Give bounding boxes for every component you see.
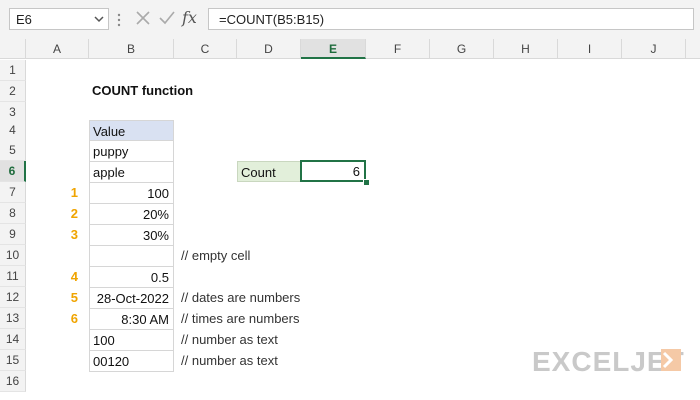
value-cell[interactable]: apple: [89, 162, 174, 183]
column-header-d[interactable]: D: [237, 39, 301, 59]
value-header[interactable]: Value: [89, 120, 174, 141]
value-cell[interactable]: 100: [89, 330, 174, 351]
column-header-i[interactable]: I: [558, 39, 622, 59]
row-header-14[interactable]: 14: [0, 329, 26, 350]
row-header-8[interactable]: 8: [0, 203, 26, 224]
row-header-15[interactable]: 15: [0, 350, 26, 371]
row-header-2[interactable]: 2: [0, 81, 26, 102]
count-result-cell[interactable]: 6: [300, 160, 366, 182]
column-header-c[interactable]: C: [174, 39, 237, 59]
formula-bar: E6 fx =COUNT(B5:B15): [0, 0, 700, 40]
name-box-value: E6: [16, 12, 32, 27]
column-header-a[interactable]: A: [26, 39, 89, 59]
row-header-9[interactable]: 9: [0, 224, 26, 245]
column-header-b[interactable]: B: [89, 39, 174, 59]
column-header-f[interactable]: F: [366, 39, 430, 59]
logo-mark-icon: [661, 349, 681, 371]
value-cell[interactable]: 20%: [89, 204, 174, 225]
counter-label[interactable]: 3: [26, 224, 78, 245]
value-cell-empty[interactable]: [89, 246, 174, 267]
select-all-corner[interactable]: [0, 39, 26, 59]
column-header-g[interactable]: G: [430, 39, 494, 59]
row-header-4[interactable]: 4: [0, 120, 26, 141]
comment-cell[interactable]: // times are numbers: [181, 308, 300, 329]
column-header-j[interactable]: J: [622, 39, 686, 59]
check-icon[interactable]: [158, 10, 176, 26]
row-header-12[interactable]: 12: [0, 287, 26, 308]
row-header-10[interactable]: 10: [0, 245, 26, 266]
value-cell[interactable]: 8:30 AM: [89, 309, 174, 330]
formula-text: =COUNT(B5:B15): [219, 12, 325, 27]
value-cell[interactable]: 30%: [89, 225, 174, 246]
value-cell[interactable]: 28-Oct-2022: [89, 288, 174, 309]
column-header-k[interactable]: [686, 39, 700, 59]
row-header-5[interactable]: 5: [0, 140, 26, 161]
comment-cell[interactable]: // number as text: [181, 329, 278, 350]
comment-cell[interactable]: // dates are numbers: [181, 287, 300, 308]
row-header-1[interactable]: 1: [0, 60, 26, 81]
insert-function-icon[interactable]: fx: [182, 8, 197, 27]
comment-cell[interactable]: // empty cell: [181, 245, 250, 266]
counter-label[interactable]: 4: [26, 266, 78, 287]
counter-label[interactable]: 2: [26, 203, 78, 224]
column-header-h[interactable]: H: [494, 39, 558, 59]
value-cell[interactable]: 0.5: [89, 267, 174, 288]
name-box[interactable]: E6: [9, 8, 109, 30]
value-cell[interactable]: 00120: [89, 351, 174, 372]
counter-label[interactable]: 1: [26, 182, 78, 203]
cancel-icon[interactable]: [135, 10, 151, 26]
counter-label[interactable]: 6: [26, 308, 78, 329]
row-header-13[interactable]: 13: [0, 308, 26, 329]
row-header-7[interactable]: 7: [0, 182, 26, 203]
chevron-down-icon[interactable]: [94, 14, 104, 24]
column-header-e[interactable]: E: [301, 39, 366, 59]
fill-handle[interactable]: [363, 179, 370, 186]
count-label[interactable]: Count: [237, 161, 301, 182]
row-header-16[interactable]: 16: [0, 371, 26, 392]
sheet-title[interactable]: COUNT function: [92, 80, 193, 101]
row-header-11[interactable]: 11: [0, 266, 26, 287]
value-cell[interactable]: puppy: [89, 141, 174, 162]
comment-cell[interactable]: // number as text: [181, 350, 278, 371]
row-header-6[interactable]: 6: [0, 161, 26, 182]
more-dots-icon: [117, 13, 121, 27]
formula-input[interactable]: =COUNT(B5:B15): [208, 8, 694, 30]
counter-label[interactable]: 5: [26, 287, 78, 308]
value-cell[interactable]: 100: [89, 183, 174, 204]
